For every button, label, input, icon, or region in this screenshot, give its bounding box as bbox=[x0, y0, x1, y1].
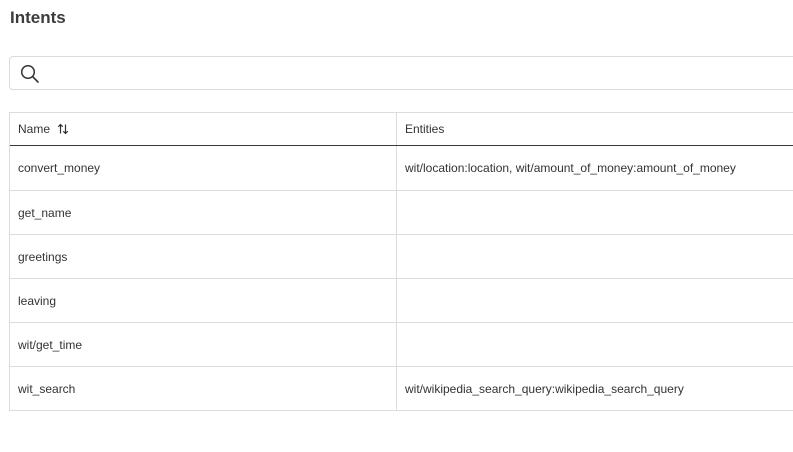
intents-page: Intents Name Entities convert_money wit/… bbox=[0, 0, 793, 452]
table-row[interactable]: get_name bbox=[10, 190, 793, 234]
intent-entities-cell bbox=[397, 191, 793, 234]
table-row[interactable]: wit_search wit/wikipedia_search_query:wi… bbox=[10, 366, 793, 410]
table-row[interactable]: greetings bbox=[10, 234, 793, 278]
column-header-name[interactable]: Name bbox=[10, 113, 397, 145]
table-header-row: Name Entities bbox=[10, 113, 793, 146]
intent-entities-cell bbox=[397, 323, 793, 366]
sort-icon[interactable] bbox=[57, 123, 69, 135]
intent-name-cell[interactable]: wit/get_time bbox=[10, 323, 397, 366]
intent-name-cell[interactable]: greetings bbox=[10, 235, 397, 278]
page-title: Intents bbox=[10, 8, 66, 27]
intent-name-cell[interactable]: wit_search bbox=[10, 367, 397, 410]
intents-table: Name Entities convert_money wit/location… bbox=[9, 112, 793, 411]
table-row[interactable]: wit/get_time bbox=[10, 322, 793, 366]
table-row[interactable]: convert_money wit/location:location, wit… bbox=[10, 146, 793, 190]
search-input[interactable] bbox=[50, 62, 793, 86]
intent-name-cell[interactable]: get_name bbox=[10, 191, 397, 234]
intent-name-cell[interactable]: convert_money bbox=[10, 146, 397, 190]
search-icon[interactable] bbox=[20, 64, 40, 84]
intent-entities-cell bbox=[397, 235, 793, 278]
table-row[interactable]: leaving bbox=[10, 278, 793, 322]
intent-name-cell[interactable]: leaving bbox=[10, 279, 397, 322]
column-header-entities: Entities bbox=[405, 122, 445, 136]
intent-entities-cell: wit/location:location, wit/amount_of_mon… bbox=[405, 161, 736, 175]
intent-entities-cell bbox=[397, 279, 793, 322]
intent-entities-cell: wit/wikipedia_search_query:wikipedia_sea… bbox=[405, 381, 684, 396]
search-box[interactable] bbox=[9, 56, 793, 90]
column-header-name-label: Name bbox=[18, 122, 51, 136]
